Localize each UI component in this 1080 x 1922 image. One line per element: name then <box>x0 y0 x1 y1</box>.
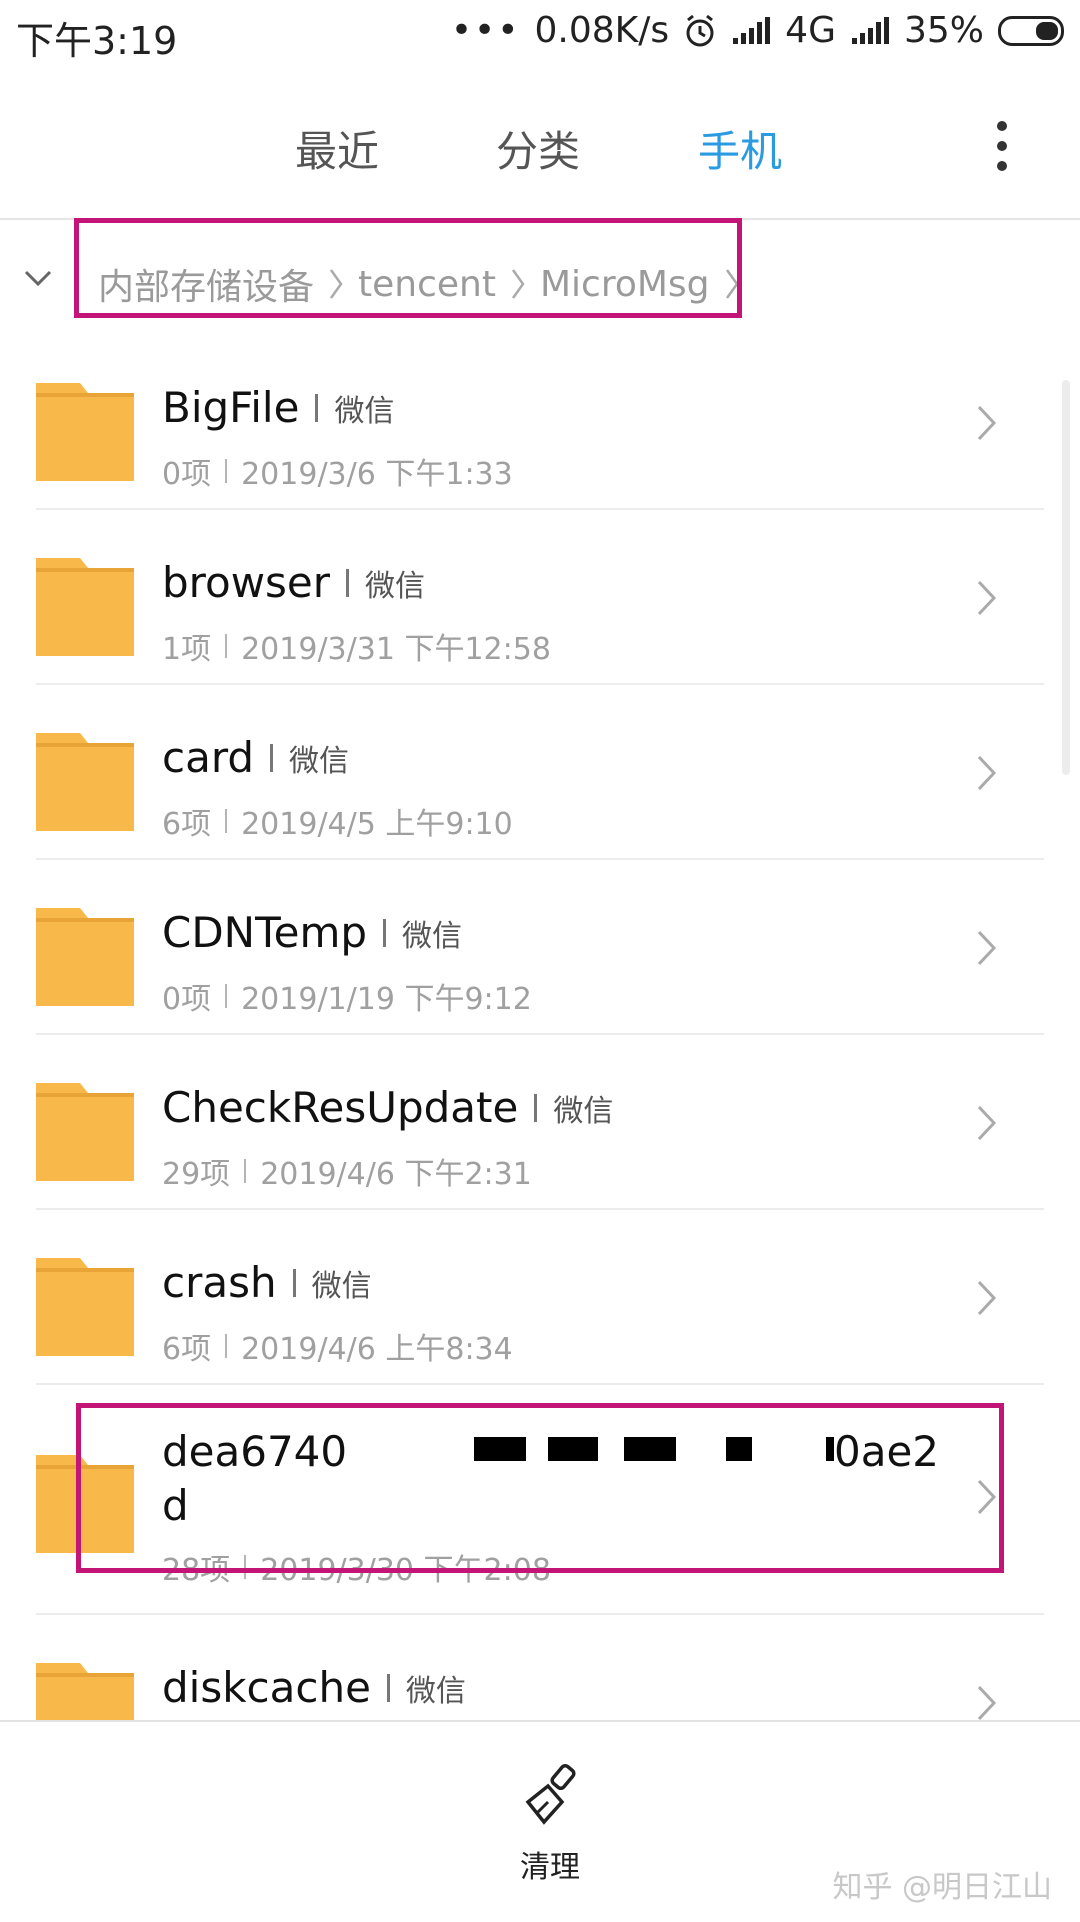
folder-row[interactable]: CheckResUpdate 微信 29项 2019/4/6 下午2:31 <box>0 1035 1080 1210</box>
tab-category[interactable]: 分类 <box>496 118 580 179</box>
folder-tag: 微信 <box>311 1268 372 1304</box>
folder-count: 6项 <box>162 807 212 842</box>
folder-tag: 微信 <box>334 393 395 429</box>
folder-icon <box>36 1663 134 1720</box>
folder-icon <box>36 1083 134 1181</box>
folder-row[interactable]: diskcache 微信 <box>0 1615 1080 1720</box>
network-type: 4G <box>785 10 836 51</box>
folder-name: CDNTemp <box>162 908 368 957</box>
folder-count: 1项 <box>162 632 212 667</box>
folder-icon <box>36 908 134 1006</box>
scrollbar[interactable] <box>1062 380 1070 775</box>
folder-date: 2019/1/19 下午9:12 <box>241 982 532 1017</box>
folder-date: 2019/3/6 下午1:33 <box>241 457 513 492</box>
more-notifications-icon: ••• <box>450 10 521 51</box>
folder-icon <box>36 558 134 656</box>
folder-count: 0项 <box>162 982 212 1017</box>
chevron-right-icon <box>977 1105 997 1141</box>
signal-icon <box>733 16 771 44</box>
chevron-right-icon <box>977 1280 997 1316</box>
folder-icon <box>36 1258 134 1356</box>
folder-name: BigFile <box>162 383 300 432</box>
chevron-right-icon <box>977 755 997 791</box>
folder-highlight-box <box>76 1403 1004 1573</box>
folder-name: card <box>162 733 255 782</box>
folder-tag: 微信 <box>402 918 463 954</box>
network-speed: 0.08K/s <box>534 10 670 51</box>
chevron-right-icon <box>977 580 997 616</box>
battery-percent: 35% <box>903 10 984 51</box>
clock: 下午3:19 <box>16 19 178 63</box>
more-menu-icon[interactable] <box>996 120 1008 172</box>
top-tabs: 最近 分类 手机 <box>0 90 1080 200</box>
folder-row[interactable]: BigFile 微信 0项 2019/3/6 下午1:33 <box>0 335 1080 510</box>
chevron-right-icon <box>977 1685 997 1720</box>
folder-date: 2019/4/5 上午9:10 <box>241 807 513 842</box>
chevron-right-icon <box>977 405 997 441</box>
alarm-icon <box>686 14 714 46</box>
breadcrumb-highlight-box <box>74 218 742 318</box>
clean-button[interactable]: 清理 <box>500 1762 600 1885</box>
folder-date: 2019/4/6 上午8:34 <box>241 1332 513 1367</box>
bottom-bar: 清理 知乎 @明日江山 <box>0 1720 1080 1922</box>
folder-row[interactable]: card 微信 6项 2019/4/5 上午9:10 <box>0 685 1080 860</box>
folder-name: crash <box>162 1258 277 1307</box>
folder-tag: 微信 <box>405 1673 466 1709</box>
folder-tag: 微信 <box>365 568 426 604</box>
folder-tag: 微信 <box>289 743 350 779</box>
signal-icon-2 <box>851 16 889 44</box>
tab-recent[interactable]: 最近 <box>295 118 379 179</box>
folder-count: 6项 <box>162 1332 212 1367</box>
folder-icon <box>36 383 134 481</box>
folder-name: browser <box>162 558 331 607</box>
watermark: 知乎 @明日江山 <box>832 1870 1052 1905</box>
broom-icon <box>525 1763 576 1825</box>
chevron-down-icon[interactable] <box>24 268 52 288</box>
folder-row[interactable]: crash 微信 6项 2019/4/6 上午8:34 <box>0 1210 1080 1385</box>
folder-tag: 微信 <box>553 1093 614 1129</box>
folder-date: 2019/3/31 下午12:58 <box>241 632 551 667</box>
tab-phone[interactable]: 手机 <box>698 118 782 179</box>
folder-icon <box>36 733 134 831</box>
folder-count: 29项 <box>162 1157 231 1192</box>
chevron-right-icon <box>977 930 997 966</box>
battery-icon <box>998 15 1064 46</box>
folder-date: 2019/4/6 下午2:31 <box>260 1157 532 1192</box>
folder-name: CheckResUpdate <box>162 1083 519 1132</box>
folder-name: diskcache <box>162 1663 371 1712</box>
status-bar: 下午3:19 ••• 0.08K/s 4G 35% <box>0 0 1080 70</box>
clean-label: 清理 <box>520 1850 580 1885</box>
status-icons: ••• 0.08K/s 4G 35% <box>451 10 1064 51</box>
folder-row[interactable]: browser 微信 1项 2019/3/31 下午12:58 <box>0 510 1080 685</box>
folder-row[interactable]: CDNTemp 微信 0项 2019/1/19 下午9:12 <box>0 860 1080 1035</box>
folder-count: 0项 <box>162 457 212 492</box>
